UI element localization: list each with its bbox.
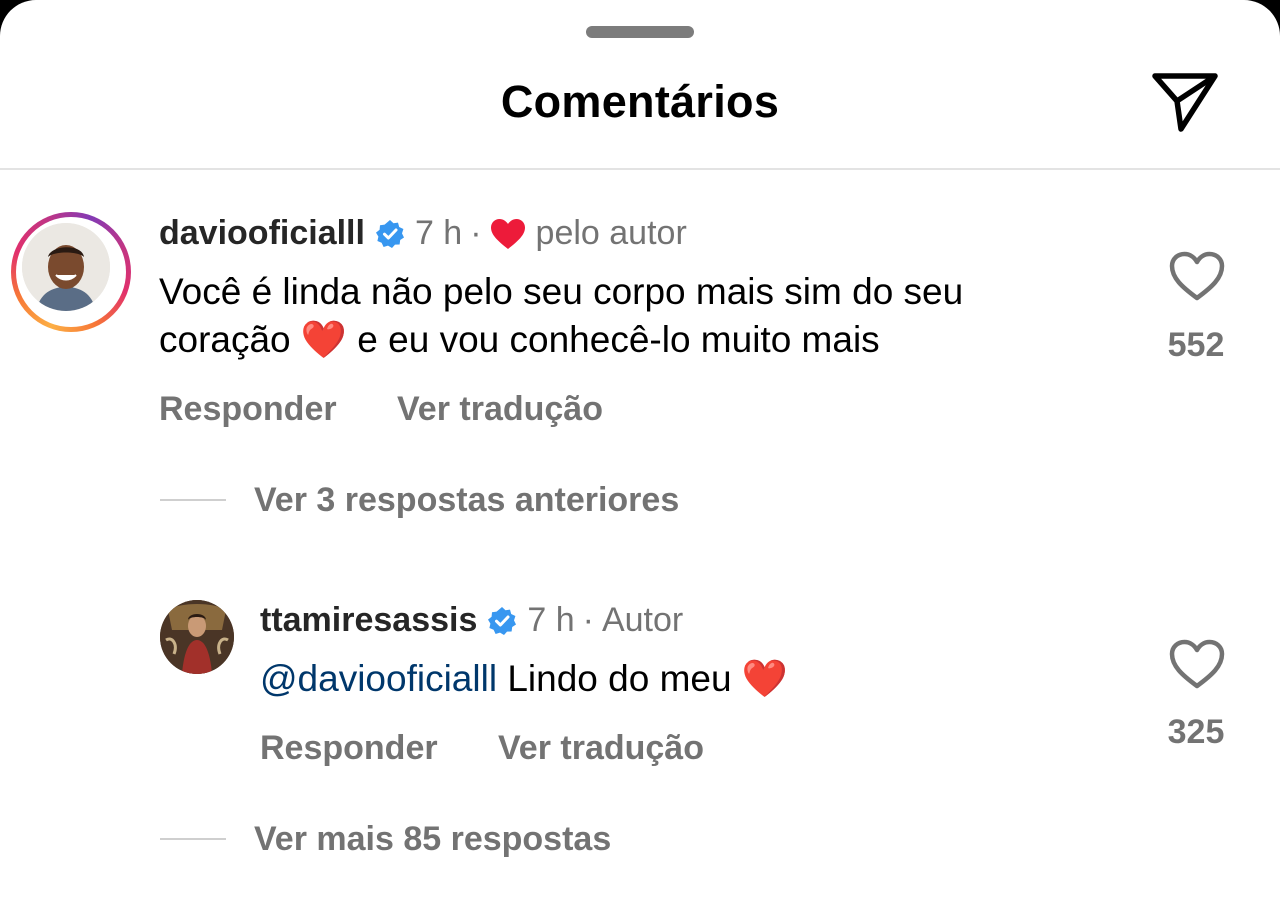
share-button[interactable]: [1148, 68, 1222, 136]
verified-badge-icon: [487, 606, 517, 636]
like-count: 552: [1167, 326, 1225, 364]
sheet-grab-handle[interactable]: [586, 26, 694, 38]
liked-by-author-label: pelo autor: [535, 214, 687, 252]
comment-meta: ttamiresassis 7 h · Autor: [260, 601, 683, 640]
view-more-replies-button[interactable]: Ver mais 85 respostas: [254, 820, 611, 859]
like-button[interactable]: [1168, 638, 1226, 690]
page-title: Comentários: [500, 76, 780, 127]
comment-text-line-1: Você é linda não pelo seu corpo mais sim…: [159, 271, 964, 312]
meta-separator: ·: [582, 601, 594, 639]
author-label: Autor: [601, 601, 684, 639]
comment-username[interactable]: ttamiresassis: [260, 601, 477, 640]
heart-filled-icon: [490, 218, 526, 250]
heart-outline-icon: [1169, 251, 1225, 301]
translate-button[interactable]: Ver tradução: [498, 729, 704, 768]
heart-outline-icon: [1169, 639, 1225, 689]
comment-meta: daviooficialll 7 h · pelo autor: [159, 214, 687, 253]
comment-text: @daviooficialll Lindo do meu ❤️: [260, 655, 788, 703]
comment-text-line-2-start: coração: [159, 319, 291, 360]
heart-emoji: ❤️: [300, 319, 347, 360]
comment-username[interactable]: daviooficialll: [159, 214, 365, 253]
reply-button[interactable]: Responder: [159, 390, 337, 429]
mention-link[interactable]: @daviooficialll: [260, 658, 497, 699]
story-ring[interactable]: [11, 212, 131, 332]
like-button[interactable]: [1168, 250, 1226, 302]
avatar[interactable]: [160, 600, 234, 674]
view-previous-replies-button[interactable]: Ver 3 respostas anteriores: [254, 481, 679, 520]
comment-text-line-2-end: e eu vou conhecê-lo muito mais: [357, 319, 880, 360]
like-count: 325: [1167, 713, 1225, 751]
comment-text-body: Lindo do meu: [507, 658, 732, 699]
heart-emoji: ❤️: [741, 658, 788, 699]
translate-button[interactable]: Ver tradução: [397, 390, 603, 429]
comment-time: 7 h: [527, 601, 575, 639]
comment-text: Você é linda não pelo seu corpo mais sim…: [159, 268, 963, 364]
comments-sheet: Comentários daviooficialll 7 h · pelo au…: [0, 0, 1280, 910]
header-divider: [0, 168, 1280, 170]
meta-separator: ·: [470, 214, 482, 252]
comment-time: 7 h: [414, 214, 463, 252]
avatar[interactable]: [22, 223, 110, 311]
verified-badge-icon: [375, 219, 405, 249]
comment-text-line-2: coração ❤️ e eu vou conhecê-lo muito mai…: [159, 316, 963, 364]
paper-plane-icon: [1152, 73, 1218, 132]
thread-line: [160, 499, 226, 501]
reply-button[interactable]: Responder: [260, 729, 438, 768]
thread-line: [160, 838, 226, 840]
